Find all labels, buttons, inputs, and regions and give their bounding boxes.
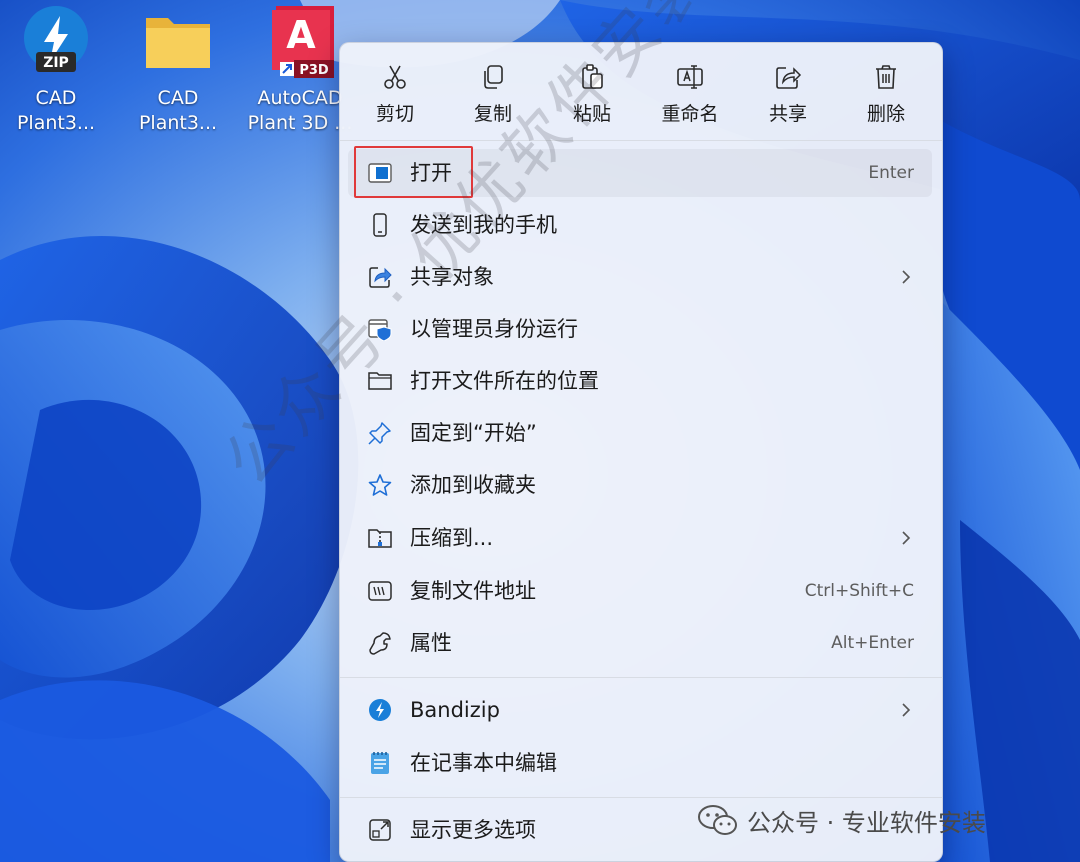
menu-divider bbox=[340, 677, 942, 678]
menu-item-label: 在记事本中编辑 bbox=[410, 751, 557, 775]
bandizip-icon bbox=[369, 699, 391, 721]
menu-item-send-to-phone[interactable]: 发送到我的手机 bbox=[348, 201, 932, 249]
chevron-right-icon bbox=[902, 531, 911, 545]
menu-item-label: 属性 bbox=[410, 631, 452, 655]
menu-item-shortcut: Ctrl+Shift+C bbox=[804, 581, 914, 601]
menu-item-label: 压缩到... bbox=[410, 526, 494, 550]
wechat-icon bbox=[698, 805, 737, 835]
menu-item-properties[interactable]: 属性 Alt+Enter bbox=[348, 619, 932, 667]
rename-button[interactable]: 重命名 bbox=[640, 57, 740, 133]
toolbar-divider bbox=[340, 140, 942, 141]
context-menu-toolbar: 剪切 复制 粘贴 重命名 共享 删除 bbox=[340, 43, 942, 141]
delete-label: 删除 bbox=[866, 103, 905, 125]
cut-label: 剪切 bbox=[375, 103, 414, 125]
folder-icon bbox=[142, 4, 214, 76]
trash-icon bbox=[876, 65, 896, 89]
desktop-icon-label: CAD Plant3... bbox=[138, 87, 218, 134]
menu-item-open-file-location[interactable]: 打开文件所在的位置 bbox=[348, 357, 932, 405]
menu-item-label: 共享对象 bbox=[410, 265, 494, 289]
menu-item-label: 以管理员身份运行 bbox=[410, 317, 578, 341]
menu-item-label: Bandizip bbox=[410, 698, 500, 722]
menu-item-shortcut: Alt+Enter bbox=[831, 633, 914, 653]
copy-label: 复制 bbox=[473, 103, 512, 125]
footer-credit-text: 公众号 · 专业软件安装 bbox=[747, 808, 986, 837]
autocad-plant3d-icon: A P3D bbox=[264, 4, 336, 78]
paste-button[interactable]: 粘贴 bbox=[542, 57, 642, 133]
menu-item-share-with[interactable]: 共享对象 bbox=[348, 253, 932, 301]
menu-item-label: 复制文件地址 bbox=[410, 579, 536, 603]
copy-icon bbox=[484, 65, 503, 89]
chevron-right-icon bbox=[902, 270, 911, 284]
copy-button[interactable]: 复制 bbox=[443, 57, 543, 133]
menu-item-compress-to[interactable]: 压缩到... bbox=[348, 514, 932, 562]
menu-item-bandizip[interactable]: Bandizip bbox=[348, 686, 932, 734]
menu-item-label: 发送到我的手机 bbox=[410, 213, 557, 237]
menu-item-add-to-favorites[interactable]: 添加到收藏夹 bbox=[348, 461, 932, 509]
svg-text:A: A bbox=[286, 13, 316, 57]
context-menu: 剪切 复制 粘贴 重命名 共享 删除 打开 Enter 发送到我的手机 共享对象… bbox=[339, 42, 943, 862]
folder-outline-icon bbox=[368, 372, 392, 390]
desktop-icon-zip[interactable]: ZIP CAD Plant3... bbox=[0, 4, 112, 136]
share-icon bbox=[369, 267, 392, 288]
open-window-icon bbox=[368, 163, 392, 183]
share-label: 共享 bbox=[768, 103, 807, 125]
menu-item-edit-in-notepad[interactable]: 在记事本中编辑 bbox=[348, 739, 932, 787]
rename-label: 重命名 bbox=[661, 103, 719, 125]
menu-item-label: 固定到“开始” bbox=[410, 421, 537, 445]
menu-item-open[interactable]: 打开 Enter bbox=[348, 149, 932, 197]
svg-text:P3D: P3D bbox=[299, 63, 329, 78]
menu-item-label: 打开文件所在的位置 bbox=[410, 369, 599, 393]
menu-item-shortcut: Enter bbox=[868, 163, 914, 183]
scissors-icon bbox=[384, 65, 406, 89]
share-icon bbox=[776, 67, 802, 89]
star-icon bbox=[368, 474, 392, 496]
bandizip-archive-icon: ZIP bbox=[20, 4, 92, 76]
menu-item-run-as-admin[interactable]: 以管理员身份运行 bbox=[348, 305, 932, 353]
rename-icon bbox=[677, 65, 703, 89]
paste-label: 粘贴 bbox=[572, 103, 611, 125]
chevron-right-icon bbox=[902, 703, 911, 717]
menu-item-label: 显示更多选项 bbox=[410, 818, 536, 842]
svg-text:ZIP: ZIP bbox=[43, 55, 69, 71]
desktop-icon-folder[interactable]: CAD Plant3... bbox=[122, 4, 234, 136]
wrench-icon bbox=[369, 632, 391, 655]
zip-folder-icon bbox=[368, 529, 392, 548]
paste-icon bbox=[582, 64, 603, 89]
notepad-icon bbox=[371, 752, 389, 774]
footer-credit: 公众号 · 专业软件安装 bbox=[697, 796, 986, 844]
share-button[interactable]: 共享 bbox=[738, 57, 838, 133]
cut-button[interactable]: 剪切 bbox=[345, 57, 445, 133]
path-icon bbox=[368, 581, 392, 601]
menu-item-label: 添加到收藏夹 bbox=[410, 473, 536, 497]
menu-item-label: 打开 bbox=[410, 161, 452, 185]
menu-item-pin-to-start[interactable]: 固定到“开始” bbox=[348, 409, 932, 457]
more-options-icon bbox=[369, 819, 391, 841]
menu-item-copy-as-path[interactable]: 复制文件地址 Ctrl+Shift+C bbox=[348, 567, 932, 615]
desktop-icon-label: CAD Plant3... bbox=[16, 87, 96, 134]
delete-button[interactable]: 删除 bbox=[836, 57, 936, 133]
admin-shield-icon bbox=[368, 319, 392, 341]
phone-icon bbox=[373, 213, 387, 237]
pin-icon bbox=[368, 422, 391, 445]
